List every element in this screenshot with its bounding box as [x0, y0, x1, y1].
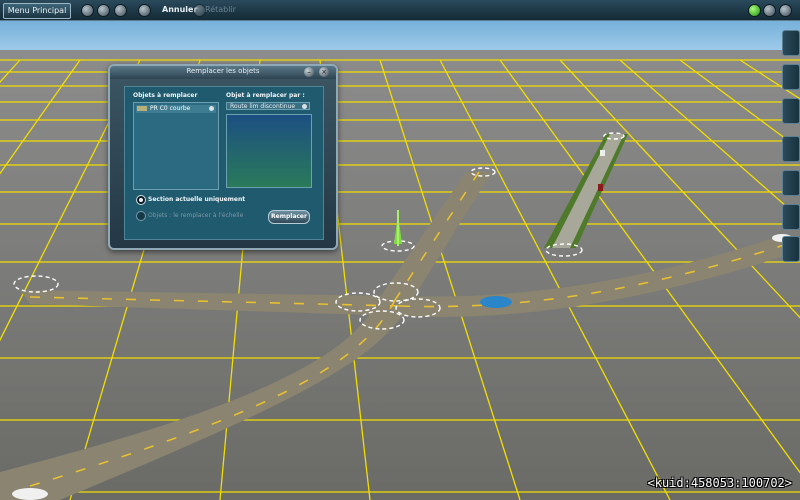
replace-button[interactable]: Remplacer — [268, 210, 310, 224]
white-car-rural — [600, 150, 605, 156]
dialog-title: Remplacer les objets — [186, 67, 260, 75]
replacement-preview — [226, 114, 312, 188]
tree-tool-button[interactable] — [782, 30, 800, 56]
other-option-label: Objets : le remplacer à l'échelle — [148, 212, 244, 219]
chevron-down-icon — [302, 104, 307, 109]
add-icon[interactable] — [763, 4, 776, 17]
close-icon[interactable]: × — [319, 67, 329, 77]
white-car-bottom — [12, 488, 48, 500]
gear-tool-button[interactable] — [782, 236, 800, 262]
list-item-label: PR C0 courbe — [150, 105, 191, 112]
redo-button: Rétablir — [205, 5, 236, 14]
up-arrow-icon[interactable] — [779, 4, 792, 17]
wrench-tool-button[interactable] — [782, 170, 800, 196]
fence-tool-button[interactable] — [782, 98, 800, 124]
settings-icon[interactable] — [138, 4, 151, 17]
chevron-icon[interactable] — [209, 106, 214, 111]
camera-icon[interactable] — [81, 4, 94, 17]
right-column-header: Objet à remplacer par : — [226, 92, 305, 99]
dialog-titlebar[interactable]: Remplacer les objets – × — [110, 66, 336, 79]
minimize-icon[interactable]: – — [304, 67, 314, 77]
track-tool-button[interactable] — [782, 136, 800, 162]
object-thumbnail — [137, 106, 147, 111]
other-option-radio — [136, 211, 146, 221]
green-status-icon[interactable] — [748, 4, 761, 17]
layer-tool-button[interactable] — [782, 204, 800, 230]
list-item[interactable]: PR C0 courbe — [136, 105, 216, 113]
replace-objects-dialog: Remplacer les objets – × Objets à rempla… — [108, 64, 338, 250]
grass-tool-button[interactable] — [782, 64, 800, 90]
left-column-header: Objets à remplacer — [133, 92, 198, 99]
top-toolbar: Menu Principal Annuler Rétablir — [0, 0, 800, 21]
section-only-radio[interactable] — [136, 195, 146, 205]
objects-to-replace-list[interactable]: PR C0 courbe — [133, 102, 219, 190]
replacement-select[interactable]: Route lim discontinue — [226, 102, 310, 110]
section-only-label: Section actuelle uniquement — [148, 196, 246, 203]
red-car — [598, 184, 603, 191]
paint-icon[interactable] — [114, 4, 127, 17]
main-menu-button[interactable]: Menu Principal — [3, 3, 71, 19]
replacement-select-value: Route lim discontinue — [230, 103, 296, 110]
kuid-readout: <kuid:458053:100702> — [647, 476, 793, 490]
blue-car — [480, 296, 512, 308]
trash-icon[interactable] — [97, 4, 110, 17]
